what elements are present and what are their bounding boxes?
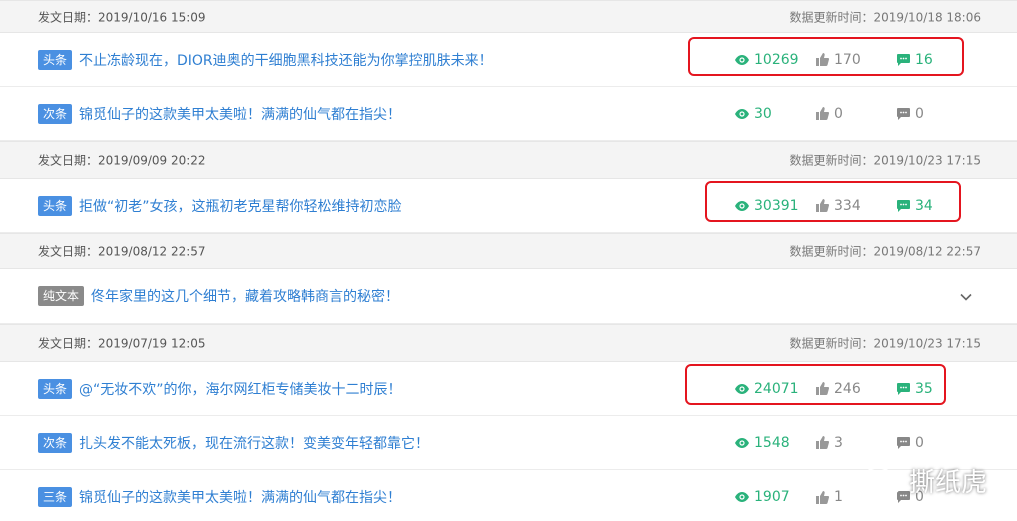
views-count: 30391 (754, 197, 799, 214)
eye-icon (735, 54, 749, 65)
likes-count: 1 (834, 489, 843, 505)
views-stat: 30391 (735, 198, 799, 214)
views-stat: 24071 (735, 381, 799, 397)
group-header: 发文日期：2019/09/09 20:22 数据更新时间：2019/10/23 … (0, 141, 1017, 179)
position-tag: 头条 (38, 49, 73, 70)
views-count: 24071 (754, 380, 799, 397)
thumbs-up-icon (816, 436, 829, 449)
article-title-link[interactable]: 锦觅仙子的这款美甲太美啦！满满的仙气都在指尖！ (79, 487, 401, 507)
group-header: 发文日期：2019/07/19 12:05 数据更新时间：2019/10/23 … (0, 324, 1017, 362)
likes-count: 0 (834, 105, 843, 122)
article-row: 次条 锦觅仙子的这款美甲太美啦！满满的仙气都在指尖！ 30 0 0 (0, 87, 1017, 141)
article-title-link[interactable]: 扎头发不能太死板，现在流行这款！变美变年轻都靠它！ (79, 433, 429, 453)
eye-icon (735, 383, 749, 394)
position-tag: 次条 (38, 432, 73, 453)
eye-icon (735, 200, 749, 211)
thumbs-up-icon (816, 199, 829, 212)
comments-stat: 34 (897, 198, 933, 214)
data-updated-time: 数据更新时间：2019/10/23 17:15 (789, 336, 981, 351)
group-header: 发文日期：2019/10/16 15:09 数据更新时间：2019/10/18 … (0, 0, 1017, 33)
likes-stat: 3 (816, 435, 843, 451)
eye-icon (735, 437, 749, 448)
comments-count: 0 (915, 434, 924, 451)
publish-date: 发文日期：2019/09/09 20:22 (38, 153, 206, 168)
likes-stat: 170 (816, 52, 861, 68)
watermark: 撕纸虎 (863, 462, 987, 499)
likes-stat: 334 (816, 198, 861, 214)
comment-icon (897, 53, 910, 66)
article-row: 头条 拒做“初老”女孩，这瓶初老克星帮你轻松维持初恋脸 30391 334 34 (0, 179, 1017, 233)
position-tag: 三条 (38, 487, 73, 507)
comments-stat: 0 (897, 106, 924, 122)
likes-count: 334 (834, 197, 861, 214)
article-title-link[interactable]: 不止冻龄现在，DIOR迪奥的干细胞黑科技还能为你掌控肌肤未来！ (79, 50, 493, 70)
watermark-text: 撕纸虎 (908, 468, 987, 498)
views-count: 1548 (754, 434, 790, 451)
article-row: 头条 @“无妆不欢”的你，海尔网红柜专储美妆十二时辰！ 24071 246 35 (0, 362, 1017, 416)
views-stat: 1907 (735, 489, 790, 505)
article-title-link[interactable]: 锦觅仙子的这款美甲太美啦！满满的仙气都在指尖！ (79, 104, 401, 124)
comments-stat: 0 (897, 435, 924, 451)
likes-count: 170 (834, 51, 861, 68)
data-updated-time: 数据更新时间：2019/10/23 17:15 (789, 153, 981, 168)
comment-icon (897, 382, 910, 395)
thumbs-up-icon (816, 382, 829, 395)
comments-count: 35 (915, 380, 933, 397)
eye-icon (735, 492, 749, 502)
publish-date: 发文日期：2019/07/19 12:05 (38, 336, 206, 351)
position-tag: 次条 (38, 103, 73, 124)
thumbs-up-icon (816, 53, 829, 66)
comment-icon (897, 436, 910, 449)
publish-date: 发文日期：2019/08/12 22:57 (38, 244, 206, 259)
article-title-link[interactable]: @“无妆不欢”的你，海尔网红柜专储美妆十二时辰！ (79, 379, 402, 399)
comment-icon (897, 199, 910, 212)
chevron-down-icon[interactable] (960, 287, 972, 306)
data-updated-time: 数据更新时间：2019/10/18 18:06 (789, 10, 981, 24)
data-updated-time: 数据更新时间：2019/08/12 22:57 (789, 244, 981, 259)
eye-icon (735, 108, 749, 119)
views-stat: 30 (735, 106, 772, 122)
article-row: 头条 不止冻龄现在，DIOR迪奥的干细胞黑科技还能为你掌控肌肤未来！ 10269… (0, 33, 1017, 87)
likes-count: 3 (834, 434, 843, 451)
thumbs-up-icon (816, 107, 829, 120)
publish-date: 发文日期：2019/10/16 15:09 (38, 10, 206, 24)
group-header: 发文日期：2019/08/12 22:57 数据更新时间：2019/08/12 … (0, 233, 1017, 269)
position-tag: 纯文本 (38, 286, 85, 306)
position-tag: 头条 (38, 378, 73, 399)
article-title-link[interactable]: 拒做“初老”女孩，这瓶初老克星帮你轻松维持初恋脸 (79, 196, 402, 216)
position-tag: 头条 (38, 195, 73, 216)
comments-stat: 35 (897, 381, 933, 397)
article-row[interactable]: 纯文本 佟年家里的这几个细节，藏着攻略韩商言的秘密！ (0, 269, 1017, 324)
comments-stat: 16 (897, 52, 933, 68)
comments-count: 0 (915, 105, 924, 122)
comments-count: 34 (915, 197, 933, 214)
wechat-logo-icon (863, 465, 902, 495)
views-stat: 10269 (735, 52, 799, 68)
views-count: 10269 (754, 51, 799, 68)
views-count: 30 (754, 105, 772, 122)
comment-icon (897, 107, 910, 120)
likes-count: 246 (834, 380, 861, 397)
views-stat: 1548 (735, 435, 790, 451)
likes-stat: 0 (816, 106, 843, 122)
article-title-link[interactable]: 佟年家里的这几个细节，藏着攻略韩商言的秘密！ (91, 286, 399, 306)
thumbs-up-icon (816, 490, 829, 504)
likes-stat: 246 (816, 381, 861, 397)
likes-stat: 1 (816, 489, 843, 505)
comments-count: 16 (915, 51, 933, 68)
views-count: 1907 (754, 489, 790, 505)
